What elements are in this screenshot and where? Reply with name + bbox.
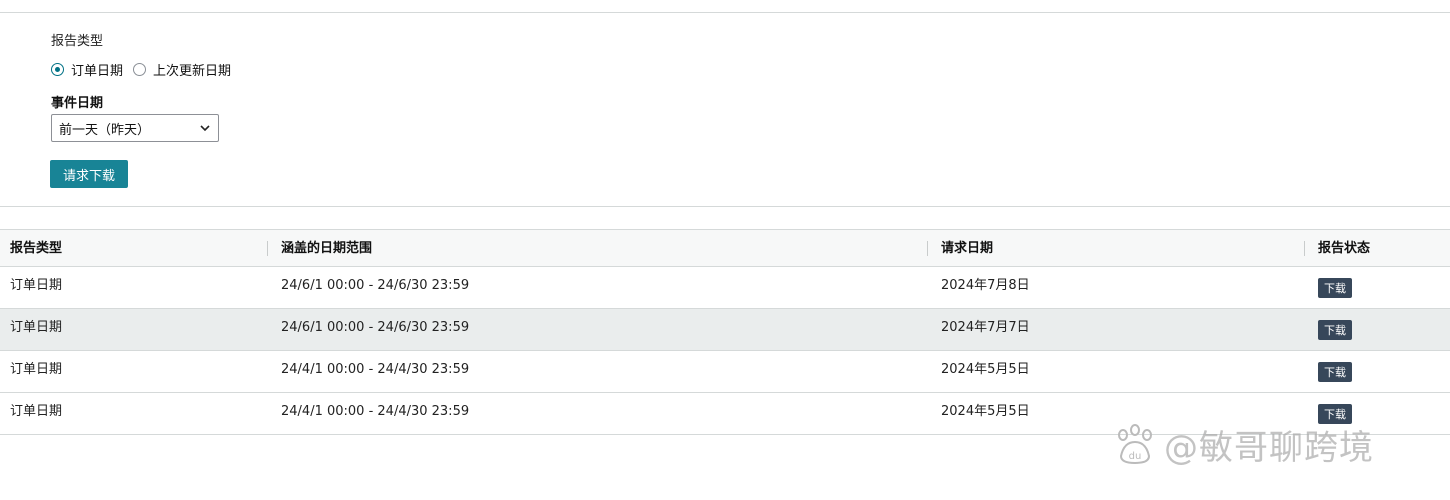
cell-request-date: 2024年7月7日 <box>941 320 1030 335</box>
event-date-select-value: 前一天（昨天） <box>59 122 151 138</box>
header-report-type: 报告类型 <box>10 241 63 256</box>
radio-last-updated-date[interactable]: 上次更新日期 <box>133 60 231 79</box>
download-button[interactable]: 下载 <box>1318 320 1352 340</box>
cell-request-date: 2024年5月5日 <box>941 362 1030 377</box>
cell-date-range: 24/4/1 00:00 - 24/4/30 23:59 <box>281 362 470 377</box>
reports-table: 报告类型 涵盖的日期范围 请求日期 报告状态 订单日期 24/6/1 00:00… <box>0 229 1450 435</box>
header-report-status: 报告状态 <box>1318 241 1371 256</box>
paw-logo-text: du <box>1129 451 1142 462</box>
radio-button-checked[interactable] <box>51 63 64 76</box>
cell-request-date: 2024年5月5日 <box>941 404 1030 419</box>
radio-order-date[interactable]: 订单日期 <box>51 60 123 79</box>
cell-request-date: 2024年7月8日 <box>941 278 1030 293</box>
report-type-label: 报告类型 <box>51 34 104 49</box>
chevron-down-icon <box>200 125 210 132</box>
column-separator <box>1304 241 1305 256</box>
table-header: 报告类型 涵盖的日期范围 请求日期 报告状态 <box>0 229 1450 267</box>
cell-date-range: 24/4/1 00:00 - 24/4/30 23:59 <box>281 404 470 419</box>
watermark-text: @敏哥聊跨境 <box>1164 428 1374 468</box>
top-divider <box>0 12 1450 13</box>
table-row: 订单日期 24/4/1 00:00 - 24/4/30 23:59 2024年5… <box>0 351 1450 393</box>
cell-report-type: 订单日期 <box>10 404 63 419</box>
column-separator <box>927 241 928 256</box>
event-date-select[interactable]: 前一天（昨天） <box>51 114 219 142</box>
cell-date-range: 24/6/1 00:00 - 24/6/30 23:59 <box>281 320 470 335</box>
header-date-range: 涵盖的日期范围 <box>281 241 373 256</box>
header-request-date: 请求日期 <box>941 241 994 256</box>
cell-date-range: 24/6/1 00:00 - 24/6/30 23:59 <box>281 278 470 293</box>
cell-report-type: 订单日期 <box>10 320 63 335</box>
paw-logo-icon: du <box>1118 423 1152 464</box>
download-button[interactable]: 下载 <box>1318 278 1352 298</box>
cell-report-type: 订单日期 <box>10 362 63 377</box>
report-type-radio-group: 订单日期 上次更新日期 <box>51 60 241 79</box>
event-date-label: 事件日期 <box>51 96 104 111</box>
table-row: 订单日期 24/6/1 00:00 - 24/6/30 23:59 2024年7… <box>0 309 1450 351</box>
download-button[interactable]: 下载 <box>1318 362 1352 382</box>
cell-report-type: 订单日期 <box>10 278 63 293</box>
radio-label-last-updated-date: 上次更新日期 <box>153 64 232 79</box>
section-divider <box>0 206 1450 207</box>
request-download-button[interactable]: 请求下载 <box>50 160 128 188</box>
table-row: 订单日期 24/6/1 00:00 - 24/6/30 23:59 2024年7… <box>0 267 1450 309</box>
radio-button-unchecked[interactable] <box>133 63 147 76</box>
column-separator <box>267 241 268 256</box>
watermark: du @敏哥聊跨境 <box>1112 420 1374 469</box>
radio-label-order-date: 订单日期 <box>71 64 124 79</box>
